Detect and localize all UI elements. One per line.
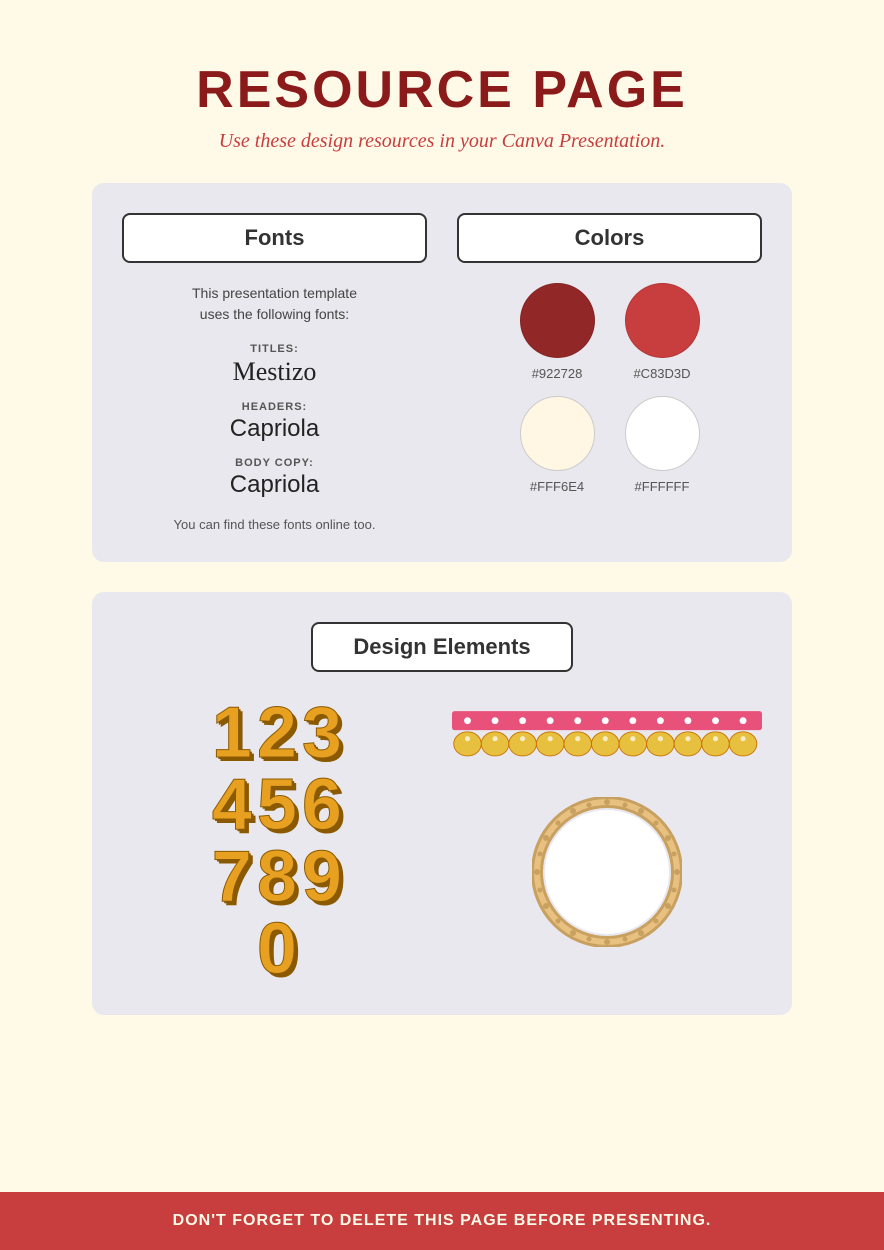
number-7: 7 — [212, 841, 252, 913]
footer-bar: DON'T FORGET TO DELETE THIS PAGE BEFORE … — [0, 1192, 884, 1250]
color-item-3: #FFF6E4 — [520, 396, 595, 494]
fonts-section: Fonts This presentation template uses th… — [122, 213, 427, 532]
main-title: RESOURCE PAGE — [196, 60, 688, 120]
design-elements-heading-box: Design Elements — [311, 622, 572, 672]
body-entry: BODY COPY: Capriola — [122, 457, 427, 499]
color-hex-2: #C83D3D — [633, 366, 690, 381]
page-wrapper: RESOURCE PAGE Use these design resources… — [0, 0, 884, 1250]
number-2: 2 — [257, 697, 297, 769]
number-3: 3 — [302, 697, 342, 769]
circle-frame-svg — [532, 797, 682, 947]
colors-row-2: #FFF6E4 #FFFFFF — [520, 396, 700, 494]
color-item-2: #C83D3D — [625, 283, 700, 381]
scallop-ornament — [452, 707, 762, 767]
colors-section: Colors #922728 #C83D3D — [457, 213, 762, 494]
numbers-row-1: 1 2 3 — [212, 697, 342, 769]
circle-frame — [532, 797, 682, 947]
numbers-display: 1 2 3 4 5 6 7 8 9 0 — [122, 697, 432, 985]
titles-font: Mestizo — [233, 357, 317, 386]
subtitle: Use these design resources in your Canva… — [196, 130, 688, 153]
number-4: 4 — [212, 769, 252, 841]
titles-entry: TITLES: Mestizo — [122, 343, 427, 387]
number-1: 1 — [212, 697, 252, 769]
color-circle-3 — [520, 396, 595, 471]
colors-heading-box: Colors — [457, 213, 762, 263]
number-0: 0 — [257, 913, 297, 985]
colors-row-1: #922728 #C83D3D — [520, 283, 700, 381]
color-hex-3: #FFF6E4 — [530, 479, 584, 494]
color-circle-2 — [625, 283, 700, 358]
body-label: BODY COPY: — [122, 457, 427, 469]
body-font: Capriola — [230, 471, 319, 498]
ornaments-display — [452, 697, 762, 947]
number-9: 9 — [302, 841, 342, 913]
number-5: 5 — [257, 769, 297, 841]
design-elements-heading: Design Elements — [353, 634, 530, 659]
fonts-heading-box: Fonts — [122, 213, 427, 263]
design-elements-card: Design Elements 1 2 3 4 5 6 7 8 9 — [92, 592, 792, 1015]
footer-text: DON'T FORGET TO DELETE THIS PAGE BEFORE … — [173, 1212, 712, 1229]
fonts-colors-grid: Fonts This presentation template uses th… — [122, 213, 762, 532]
color-hex-1: #922728 — [532, 366, 583, 381]
design-body: 1 2 3 4 5 6 7 8 9 0 — [122, 697, 762, 985]
color-circle-1 — [520, 283, 595, 358]
colors-grid: #922728 #C83D3D #FFF6E4 — [457, 283, 762, 494]
color-circle-4 — [625, 396, 700, 471]
fonts-colors-card: Fonts This presentation template uses th… — [92, 183, 792, 562]
number-6: 6 — [302, 769, 342, 841]
color-item-1: #922728 — [520, 283, 595, 381]
titles-label: TITLES: — [122, 343, 427, 355]
fonts-footer: You can find these fonts online too. — [122, 517, 427, 532]
numbers-row-4: 0 — [257, 913, 297, 985]
number-8: 8 — [257, 841, 297, 913]
headers-label: HEADERS: — [122, 401, 427, 413]
numbers-row-2: 4 5 6 — [212, 769, 342, 841]
headers-entry: HEADERS: Capriola — [122, 401, 427, 443]
colors-heading: Colors — [575, 225, 645, 250]
headers-font: Capriola — [230, 415, 319, 442]
scallop-svg — [452, 707, 762, 767]
fonts-heading: Fonts — [245, 225, 305, 250]
color-hex-4: #FFFFFF — [635, 479, 690, 494]
numbers-row-3: 7 8 9 — [212, 841, 342, 913]
header-section: RESOURCE PAGE Use these design resources… — [196, 0, 688, 183]
fonts-intro: This presentation template uses the foll… — [122, 283, 427, 325]
design-elements-title-wrap: Design Elements — [122, 622, 762, 672]
color-item-4: #FFFFFF — [625, 396, 700, 494]
